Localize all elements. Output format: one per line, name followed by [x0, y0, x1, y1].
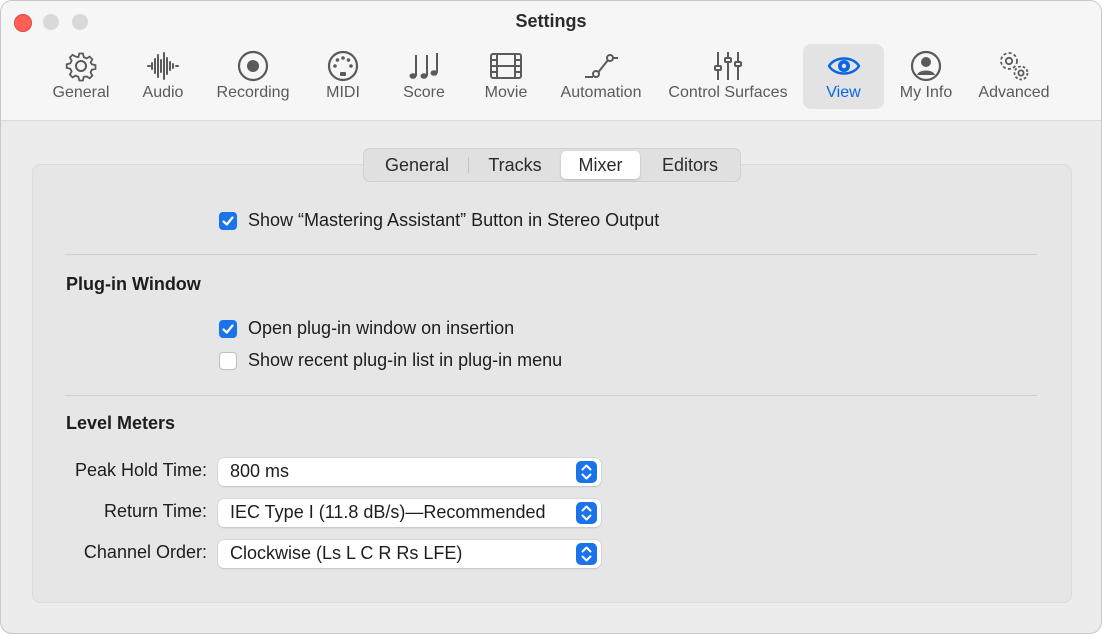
checkmark-icon	[221, 322, 235, 336]
mastering-assistant-checkbox[interactable]	[219, 212, 237, 230]
midi-port-icon	[326, 49, 360, 83]
return-time-label: Return Time:	[104, 501, 207, 522]
person-icon	[909, 49, 943, 83]
peak-hold-time-label: Peak Hold Time:	[75, 460, 207, 481]
eye-icon	[827, 49, 861, 83]
tab-tracks[interactable]: Tracks	[470, 151, 560, 179]
automation-curve-icon	[584, 49, 618, 83]
gears-icon	[997, 49, 1031, 83]
updown-chevron-icon	[576, 502, 597, 524]
section-divider	[65, 395, 1037, 396]
tab-mixer[interactable]: Mixer	[561, 151, 640, 179]
open-plugin-window-checkbox[interactable]	[219, 320, 237, 338]
show-recent-plugin-list-checkbox[interactable]	[219, 352, 237, 370]
toolbar-item-label: Automation	[554, 84, 648, 102]
toolbar-item-label: My Info	[893, 84, 959, 102]
toolbar-item-label: Control Surfaces	[661, 84, 795, 102]
peak-hold-time-value: 800 ms	[230, 461, 289, 482]
section-divider	[65, 254, 1037, 255]
toolbar-item-general[interactable]: General	[44, 44, 118, 109]
toolbar-item-label: Recording	[208, 84, 298, 102]
toolbar-item-score[interactable]: Score	[393, 44, 455, 109]
return-time-value: IEC Type I (11.8 dB/s)—Recommended	[230, 502, 545, 523]
tab-editors[interactable]: Editors	[644, 151, 736, 179]
toolbar-item-control-surfaces[interactable]: Control Surfaces	[661, 44, 795, 109]
sliders-icon	[711, 49, 745, 83]
checkmark-icon	[221, 214, 235, 228]
tab-separator	[468, 157, 469, 173]
gear-icon	[64, 49, 98, 83]
mastering-assistant-label: Show “Mastering Assistant” Button in Ste…	[248, 210, 659, 231]
toolbar-item-label: Movie	[474, 84, 538, 102]
show-recent-plugin-list-label: Show recent plug-in list in plug-in menu	[248, 350, 562, 371]
updown-chevron-icon	[576, 543, 597, 565]
return-time-select[interactable]: IEC Type I (11.8 dB/s)—Recommended	[218, 499, 601, 527]
toolbar-item-recording[interactable]: Recording	[208, 44, 298, 109]
settings-tab-bar: General Tracks Mixer Editors	[363, 148, 741, 182]
toolbar-item-label: Audio	[131, 84, 195, 102]
window-title: Settings	[1, 11, 1101, 32]
toolbar-item-label: General	[44, 84, 118, 102]
channel-order-label: Channel Order:	[84, 542, 207, 563]
toolbar-item-label: Score	[393, 84, 455, 102]
record-icon	[236, 49, 270, 83]
updown-chevron-icon	[576, 461, 597, 483]
toolbar-item-my-info[interactable]: My Info	[893, 44, 959, 109]
toolbar-item-midi[interactable]: MIDI	[313, 44, 373, 109]
toolbar-item-label: MIDI	[313, 84, 373, 102]
toolbar-item-label: View	[803, 84, 884, 102]
tab-general[interactable]: General	[368, 151, 466, 179]
channel-order-value: Clockwise (Ls L C R Rs LFE)	[230, 543, 462, 564]
toolbar: Settings General Aud	[1, 1, 1101, 121]
toolbar-item-movie[interactable]: Movie	[474, 44, 538, 109]
toolbar-item-audio[interactable]: Audio	[131, 44, 195, 109]
waveform-icon	[146, 49, 180, 83]
peak-hold-time-select[interactable]: 800 ms	[218, 458, 601, 486]
settings-window: Settings General Aud	[0, 0, 1102, 634]
open-plugin-window-label: Open plug-in window on insertion	[248, 318, 514, 339]
toolbar-item-automation[interactable]: Automation	[554, 44, 648, 109]
plugin-window-heading: Plug-in Window	[66, 274, 201, 295]
channel-order-select[interactable]: Clockwise (Ls L C R Rs LFE)	[218, 540, 601, 568]
toolbar-item-label: Advanced	[971, 84, 1057, 102]
level-meters-heading: Level Meters	[66, 413, 175, 434]
toolbar-item-view[interactable]: View	[803, 44, 884, 109]
toolbar-item-advanced[interactable]: Advanced	[971, 44, 1057, 109]
film-icon	[489, 49, 523, 83]
music-notes-icon	[407, 49, 441, 83]
